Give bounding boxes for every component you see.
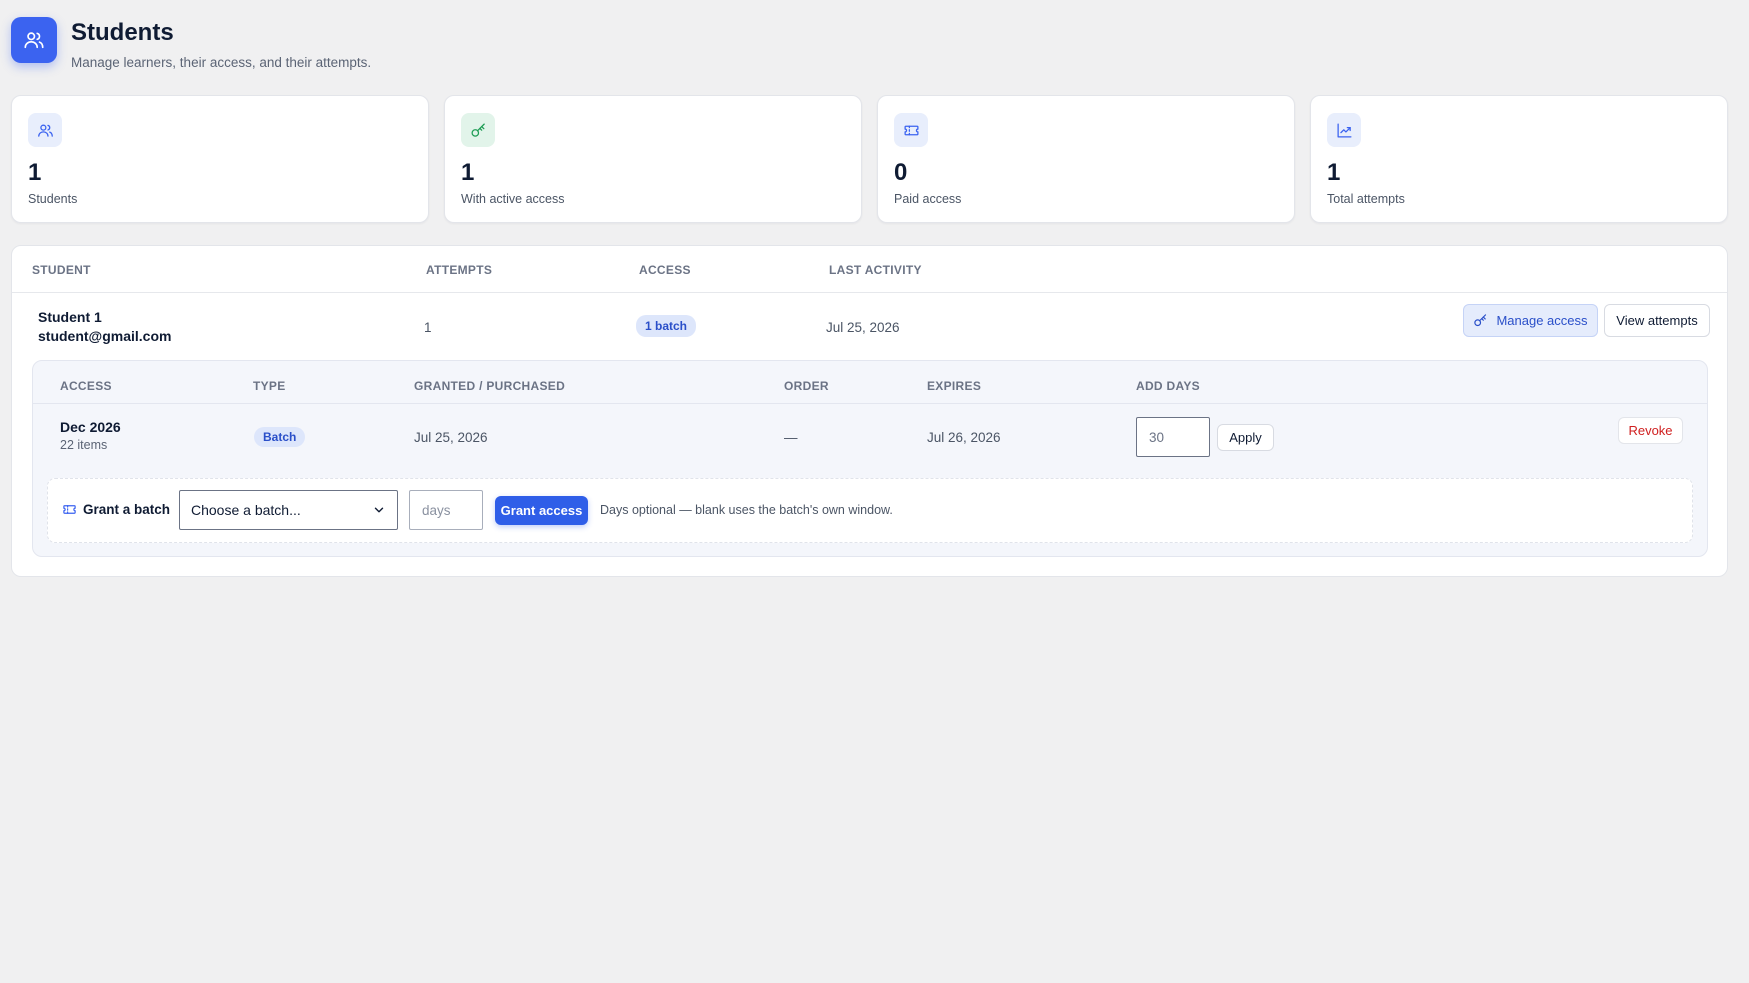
granted-date: Jul 25, 2026	[414, 430, 488, 445]
column-header-attempts: ATTEMPTS	[426, 263, 493, 277]
users-icon	[28, 113, 62, 147]
last-activity: Jul 25, 2026	[826, 320, 900, 335]
column-header-last-activity: LAST ACTIVITY	[829, 263, 922, 277]
chevron-down-icon	[372, 503, 386, 517]
stat-card-active-access: 1 With active access	[444, 95, 862, 223]
column-header-expires: EXPIRES	[927, 379, 982, 393]
table-header: STUDENT ATTEMPTS ACCESS LAST ACTIVITY	[12, 246, 1727, 293]
manage-access-button[interactable]: Manage access	[1463, 304, 1598, 337]
stat-card-total-attempts: 1 Total attempts	[1310, 95, 1728, 223]
access-row: Dec 2026 22 items Batch Jul 25, 2026 — J…	[33, 404, 1707, 472]
order-value: —	[784, 430, 798, 445]
grant-hint: Days optional — blank uses the batch's o…	[600, 503, 893, 517]
access-items-count: 22 items	[60, 438, 108, 452]
batch-select[interactable]: Choose a batch...	[179, 490, 398, 530]
stat-label: Total attempts	[1327, 192, 1405, 206]
student-name: Student 1	[38, 309, 102, 325]
type-badge: Batch	[254, 427, 306, 447]
column-header-order: ORDER	[784, 379, 829, 393]
ticket-icon	[62, 502, 77, 517]
stat-value: 0	[894, 159, 908, 186]
column-header-granted: GRANTED / PURCHASED	[414, 379, 566, 393]
add-days-input[interactable]	[1136, 417, 1210, 457]
revoke-button[interactable]: Revoke	[1618, 417, 1683, 444]
apply-button[interactable]: Apply	[1217, 424, 1274, 451]
stat-label: With active access	[461, 192, 565, 206]
stat-value: 1	[1327, 159, 1341, 186]
column-header-access: ACCESS	[60, 379, 112, 393]
stat-label: Paid access	[894, 192, 962, 206]
trending-up-icon	[1327, 113, 1361, 147]
access-name: Dec 2026	[60, 419, 121, 435]
grant-access-button[interactable]: Grant access	[495, 496, 588, 525]
page-title: Students	[71, 19, 174, 46]
grant-batch-form: Grant a batch Choose a batch... Grant ac…	[47, 478, 1693, 543]
manage-access-label: Manage access	[1496, 313, 1588, 328]
access-table-header: ACCESS TYPE GRANTED / PURCHASED ORDER EX…	[33, 361, 1707, 404]
grant-batch-text: Grant a batch	[83, 502, 171, 517]
expires-date: Jul 26, 2026	[927, 430, 1001, 445]
stat-value: 1	[28, 159, 42, 186]
page-header: Students Manage learners, their access, …	[11, 17, 371, 70]
students-table: STUDENT ATTEMPTS ACCESS LAST ACTIVITY St…	[11, 245, 1728, 577]
stat-value: 1	[461, 159, 475, 186]
column-header-add-days: ADD DAYS	[1136, 379, 1200, 393]
key-icon	[1473, 313, 1488, 328]
attempts-count: 1	[424, 320, 432, 335]
users-icon	[11, 17, 57, 63]
key-icon	[461, 113, 495, 147]
student-email: student@gmail.com	[38, 328, 172, 344]
ticket-icon	[894, 113, 928, 147]
batch-select-value: Choose a batch...	[191, 502, 301, 518]
page-subtitle: Manage learners, their access, and their…	[71, 55, 372, 70]
stat-card-paid-access: 0 Paid access	[877, 95, 1295, 223]
access-badge: 1 batch	[636, 315, 697, 337]
stat-label: Students	[28, 192, 78, 206]
column-header-student: STUDENT	[32, 263, 91, 277]
access-panel: ACCESS TYPE GRANTED / PURCHASED ORDER EX…	[32, 360, 1708, 557]
grant-days-input[interactable]	[409, 490, 483, 530]
grant-batch-label: Grant a batch	[62, 502, 170, 517]
view-attempts-button[interactable]: View attempts	[1604, 304, 1710, 337]
stats-row: 1 Students 1 With active access 0 Paid a…	[11, 95, 1728, 223]
stat-card-students: 1 Students	[11, 95, 429, 223]
column-header-type: TYPE	[253, 379, 286, 393]
column-header-access: ACCESS	[639, 263, 691, 277]
table-row[interactable]: Student 1 student@gmail.com 1 1 batch Ju…	[12, 293, 1727, 360]
